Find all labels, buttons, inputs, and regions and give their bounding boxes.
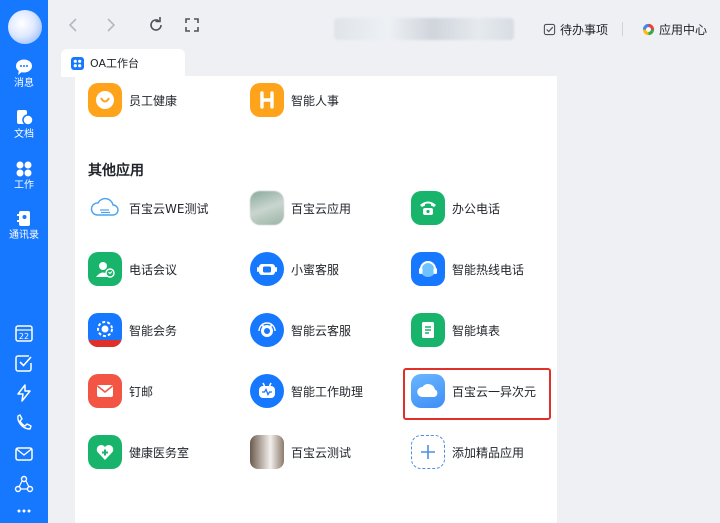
app-name: 智能工作助理 (291, 384, 364, 399)
app-phone-meeting[interactable]: 电话会议 (88, 251, 177, 287)
divider (622, 22, 623, 36)
left-sidebar: 消息 文档 工作 通讯录 22 (0, 0, 48, 523)
contacts-icon (17, 211, 30, 226)
top-bar: 待办事项 应用中心 (48, 0, 720, 50)
app-name: 智能热线电话 (452, 262, 525, 277)
tab-title: OA工作台 (90, 57, 139, 70)
app-center-icon (642, 23, 655, 36)
calendar-day: 22 (19, 332, 29, 341)
app-name: 办公电话 (452, 201, 501, 216)
lightning-icon[interactable] (14, 383, 34, 403)
app-add-premium[interactable]: 添加精品应用 (411, 434, 524, 470)
app-xiaomi-service[interactable]: 小蜜客服 (250, 251, 339, 287)
workbench-panel: 员工健康 智能人事 其他应用 百宝云WE测试 百宝云应用 办公电话 电话会议 小… (75, 76, 557, 523)
app-center-button[interactable]: 应用中心 (642, 21, 707, 38)
forward-icon[interactable] (100, 15, 120, 35)
tab-oa-workbench[interactable]: OA工作台 (61, 49, 185, 77)
sidebar-item-label: 消息 (14, 78, 34, 89)
app-name: 智能会务 (129, 323, 178, 338)
fullscreen-icon[interactable] (182, 15, 202, 35)
smart-cloud-service-icon (250, 313, 284, 347)
xiaomi-service-icon (250, 252, 284, 286)
todo-button[interactable]: 待办事项 (543, 21, 608, 38)
app-baibaoyun-app[interactable]: 百宝云应用 (250, 190, 351, 226)
app-smart-cloud-service[interactable]: 智能云客服 (250, 312, 351, 348)
app-center-label: 应用中心 (659, 23, 708, 37)
todo-check-icon[interactable] (14, 353, 34, 373)
phone-icon[interactable] (14, 413, 34, 433)
app-name: 员工健康 (129, 93, 178, 108)
photo-app-icon (250, 435, 284, 469)
cloud-outline-icon (88, 191, 122, 225)
sidebar-item-label: 文档 (14, 129, 34, 140)
app-name: 小蜜客服 (291, 262, 340, 277)
sidebar-item-label: 通讯录 (9, 230, 39, 241)
app-name: 百宝云应用 (291, 201, 352, 216)
refresh-icon[interactable] (146, 15, 166, 35)
workbench-tab-icon (71, 56, 84, 70)
calendar-icon[interactable]: 22 (14, 323, 34, 343)
blurred-app-icon (250, 191, 284, 225)
app-smart-hr[interactable]: 智能人事 (250, 82, 339, 118)
ding-mail-icon (88, 374, 122, 408)
sidebar-item-docs[interactable]: 文档 (0, 109, 48, 141)
sidebar-item-contacts[interactable]: 通讯录 (0, 210, 48, 242)
app-name: 百宝云测试 (291, 445, 352, 460)
workbench-icon (16, 161, 32, 177)
message-icon (16, 59, 32, 75)
smart-work-assistant-icon (250, 374, 284, 408)
highlight-box (403, 368, 551, 420)
app-smart-conference[interactable]: 智能会务 (88, 312, 177, 348)
app-office-phone[interactable]: 办公电话 (411, 190, 500, 226)
section-title: 其他应用 (88, 163, 144, 179)
smart-hotline-icon (411, 252, 445, 286)
sidebar-item-label: 工作 (14, 180, 34, 191)
smart-hr-icon (250, 83, 284, 117)
smart-form-icon (411, 313, 445, 347)
app-health-clinic[interactable]: 健康医务室 (88, 434, 189, 470)
app-logo[interactable] (8, 10, 42, 44)
sidebar-item-work[interactable]: 工作 (0, 160, 48, 192)
app-smart-work-assistant[interactable]: 智能工作助理 (250, 373, 363, 409)
todo-check-icon (543, 23, 556, 36)
back-icon[interactable] (64, 15, 84, 35)
app-name: 添加精品应用 (452, 445, 525, 460)
app-name: 健康医务室 (129, 445, 190, 460)
app-name: 智能人事 (291, 93, 340, 108)
document-icon (17, 110, 34, 126)
app-name: 百宝云WE测试 (129, 201, 209, 216)
app-smart-hotline[interactable]: 智能热线电话 (411, 251, 524, 287)
more-icon[interactable] (14, 502, 34, 516)
office-phone-icon (411, 191, 445, 225)
app-baibaoyun-test[interactable]: 百宝云测试 (250, 434, 351, 470)
app-smart-form[interactable]: 智能填表 (411, 312, 500, 348)
app-name: 智能填表 (452, 323, 501, 338)
app-name: 智能云客服 (291, 323, 352, 338)
sidebar-item-messages[interactable]: 消息 (0, 58, 48, 90)
add-icon (411, 435, 445, 469)
phone-meeting-icon (88, 252, 122, 286)
mail-icon[interactable] (14, 444, 34, 464)
blurred-user-info (334, 18, 514, 40)
org-icon[interactable] (14, 474, 34, 494)
app-employee-health[interactable]: 员工健康 (88, 82, 177, 118)
app-baibaoyun-we-test[interactable]: 百宝云WE测试 (88, 190, 208, 226)
employee-health-icon (88, 83, 122, 117)
app-name: 钉邮 (129, 384, 154, 399)
health-clinic-icon (88, 435, 122, 469)
app-ding-mail[interactable]: 钉邮 (88, 373, 153, 409)
smart-conference-icon (88, 313, 122, 347)
todo-label: 待办事项 (560, 23, 609, 37)
app-name: 电话会议 (129, 262, 178, 277)
